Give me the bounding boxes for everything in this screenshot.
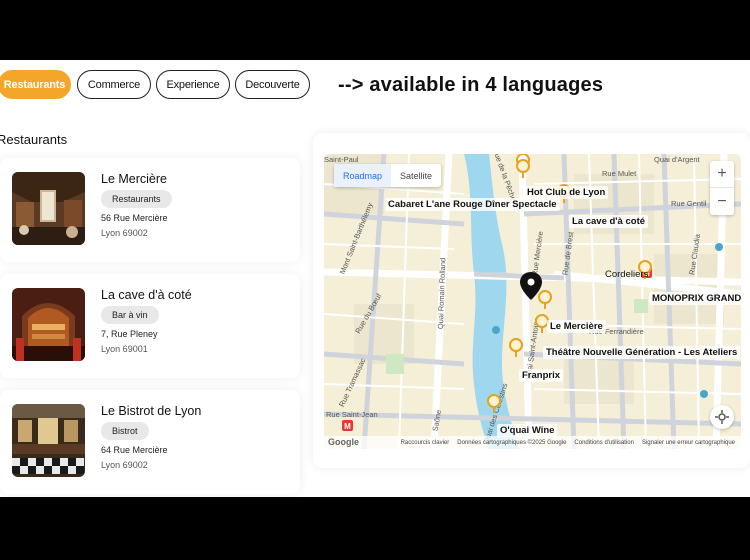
app-stage: Restaurants Commerce Experience Decouver… [0, 60, 750, 497]
zoom-controls: + − [710, 161, 734, 215]
place-name[interactable]: Le Mercière [101, 172, 167, 186]
place-address: 64 Rue Mercière [101, 445, 168, 455]
filter-decouverte[interactable]: Decouverte [235, 70, 310, 99]
google-logo: Google [328, 437, 359, 447]
place-address: 56 Rue Mercière [101, 213, 168, 223]
category-badge: Bistrot [101, 422, 149, 440]
filter-restaurants[interactable]: Restaurants [0, 70, 71, 99]
place-city: Lyon 69001 [101, 344, 148, 354]
terms-link[interactable]: Conditions d'utilisation [574, 440, 634, 446]
poi-label[interactable]: Théâtre Nouvelle Génération - Les Atelie… [543, 346, 741, 359]
map-panel: M M Saint-Paul Mont Saint-Barthélemy Qua… [313, 133, 750, 468]
place-name[interactable]: La cave d'à coté [101, 288, 192, 302]
section-title: Restaurants [0, 132, 68, 147]
category-badge: Bar à vin [101, 306, 159, 324]
satellite-button[interactable]: Satellite [391, 164, 441, 187]
filter-commerce[interactable]: Commerce [77, 70, 151, 99]
poi-label[interactable]: MONOPRIX GRAND [649, 292, 741, 305]
report-error-link[interactable]: Signaler une erreur cartographique [642, 440, 735, 446]
map-canvas[interactable]: M M Saint-Paul Mont Saint-Barthélemy Qua… [324, 154, 741, 449]
poi-label[interactable]: Cordeliers [602, 268, 651, 281]
roadmap-button[interactable]: Roadmap [334, 164, 392, 187]
place-photo [12, 404, 85, 477]
place-photo [12, 288, 85, 361]
place-card[interactable]: La cave d'à coté Bar à vin 7, Rue Pleney… [0, 274, 300, 378]
keyboard-shortcuts-link[interactable]: Raccourcis clavier [401, 440, 450, 446]
languages-tagline: --> available in 4 languages [338, 74, 604, 96]
category-badge: Restaurants [101, 190, 172, 208]
recenter-button[interactable] [710, 405, 734, 429]
map-type-toggle: Roadmap Satellite [334, 164, 442, 187]
zoom-out-button[interactable]: − [710, 188, 734, 215]
place-city: Lyon 69002 [101, 460, 148, 470]
poi-label[interactable]: Le Mercière [547, 320, 606, 333]
poi-label[interactable]: La cave d'à coté [569, 215, 649, 228]
place-card[interactable]: Le Bistrot de Lyon Bistrot 64 Rue Merciè… [0, 390, 300, 494]
place-city: Lyon 69002 [101, 228, 148, 238]
place-photo [12, 172, 85, 245]
place-card[interactable]: Le Mercière Restaurants 56 Rue Mercière … [0, 158, 300, 262]
crosshair-icon [715, 410, 729, 424]
map-data-credit: Données cartographiques ©2025 Google [457, 439, 567, 446]
poi-label[interactable]: Cabaret L'ane Rouge Dîner Spectacle [385, 198, 560, 211]
poi-label[interactable]: Franprix [519, 369, 564, 382]
filter-experience[interactable]: Experience [156, 70, 230, 99]
place-address: 7, Rue Pleney [101, 329, 158, 339]
map-footer: Raccourcis clavier Données cartographiqu… [324, 436, 741, 449]
place-name[interactable]: Le Bistrot de Lyon [101, 404, 201, 418]
zoom-in-button[interactable]: + [710, 161, 734, 188]
